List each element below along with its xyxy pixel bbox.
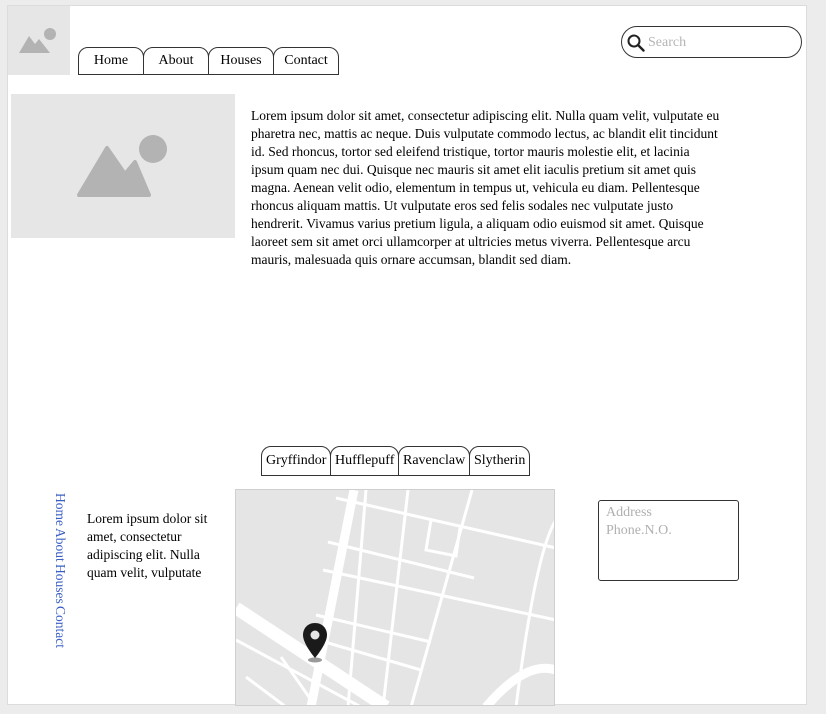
phone-text: Phone.N.O. [606,523,672,538]
footer-text: Lorem ipsum dolor sit amet, consectetur … [87,511,208,580]
nav-tab-about[interactable]: About [143,47,209,75]
tab-ravenclaw[interactable]: Ravenclaw [398,446,470,476]
footer-nav: HomeAboutHousesContact [52,492,68,649]
house-tab-label: Gryffindor [266,453,327,468]
nav-tab-label: Houses [220,53,262,68]
nav-tab-label: About [158,53,194,68]
nav-tab-label: Home [93,53,129,68]
hero-image-placeholder [11,94,235,238]
search-input[interactable] [646,32,795,54]
image-placeholder-icon [19,28,56,53]
contact-info-box: Address Phone.N.O. [598,500,739,581]
nav-tab-houses[interactable]: Houses [208,47,274,75]
footer-link-contact[interactable]: Contact [53,605,68,649]
house-tab-label: Ravenclaw [403,453,466,468]
footer-link-about[interactable]: About [53,527,68,563]
house-tab-label: Hufflepuff [335,453,395,468]
nav-tab-home[interactable]: Home [78,47,144,75]
logo-placeholder[interactable] [8,6,70,75]
search-icon[interactable] [627,34,645,52]
image-placeholder-icon [77,135,167,197]
tab-slytherin[interactable]: Slytherin [469,446,530,476]
house-tab-label: Slytherin [474,453,526,468]
map-pin-icon[interactable] [300,621,330,663]
hero-text: Lorem ipsum dolor sit amet, consectetur … [251,108,720,267]
map-roads [236,490,554,705]
address-text: Address [606,505,652,520]
footer-link-houses[interactable]: Houses [53,563,68,605]
houses-tabs: Gryffindor Hufflepuff Ravenclaw Slytheri… [261,446,530,476]
nav-tab-label: Contact [284,53,328,68]
tab-gryffindor[interactable]: Gryffindor [261,446,331,476]
map[interactable] [235,489,555,706]
page: Home About Houses Contact Lorem ipsum do… [7,5,807,706]
footer-link-home[interactable]: Home [53,492,68,527]
main-nav: Home About Houses Contact [78,47,339,75]
search-box [621,26,802,58]
nav-tab-contact[interactable]: Contact [273,47,339,75]
tab-hufflepuff[interactable]: Hufflepuff [330,446,399,476]
